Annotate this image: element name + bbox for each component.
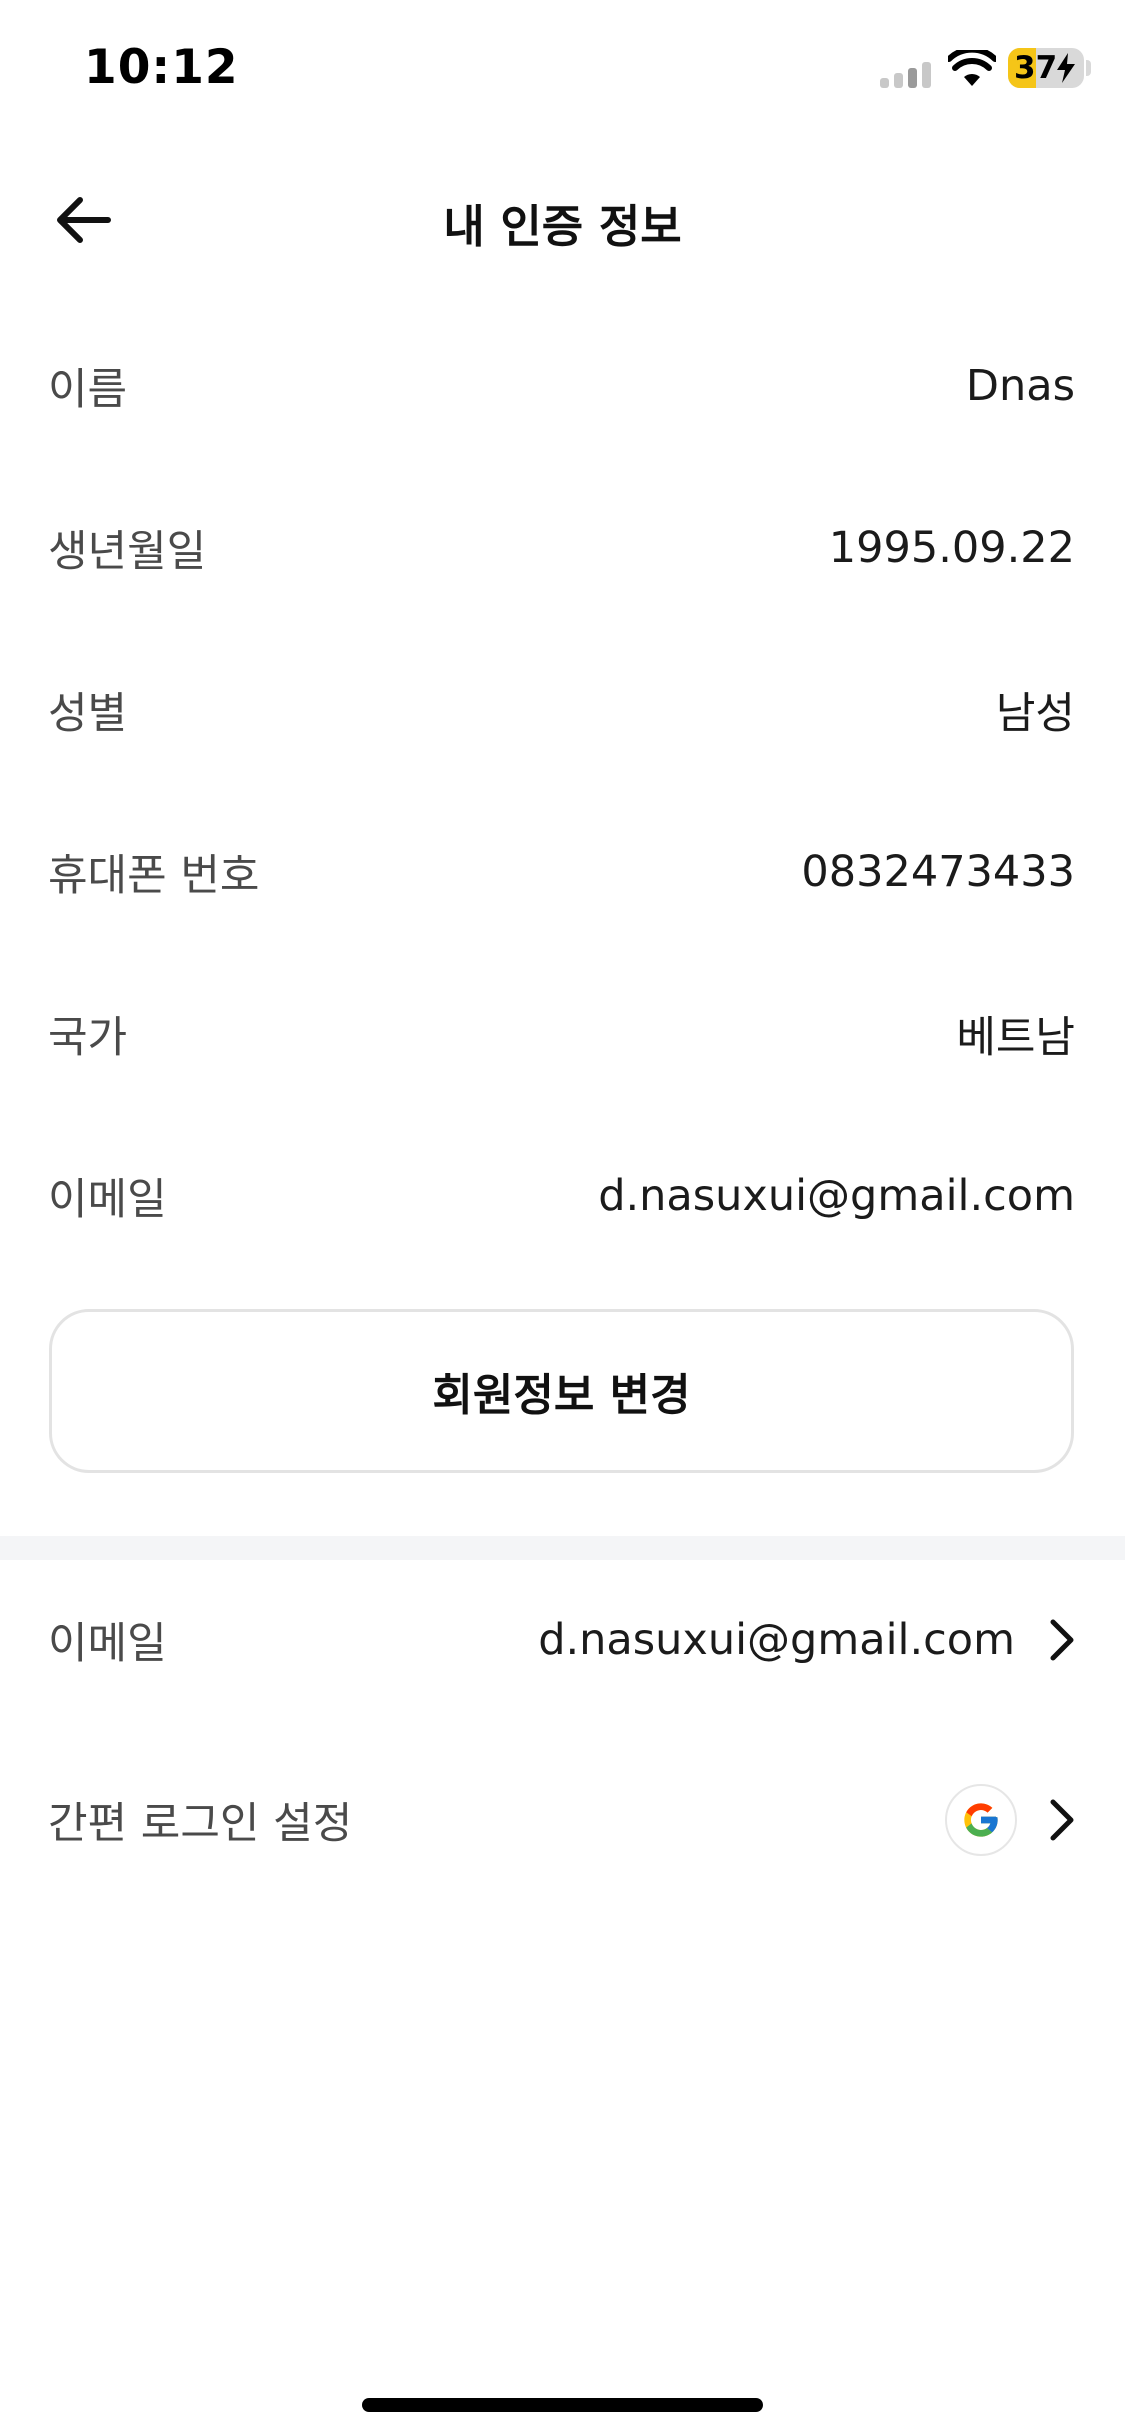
wifi-icon [948, 50, 996, 86]
simple-login-label: 간편 로그인 설정 [48, 1799, 353, 1849]
battery-cap [1086, 60, 1091, 76]
google-icon [964, 1803, 998, 1837]
info-row-name: 이름 Dnas [0, 305, 1125, 467]
info-label: 이메일 [48, 1175, 167, 1225]
account-email-label: 이메일 [48, 1619, 167, 1669]
edit-member-info-button[interactable]: 회원정보 변경 [49, 1309, 1074, 1473]
charging-bolt-icon [1057, 53, 1075, 83]
section-divider [0, 1536, 1125, 1560]
info-row-email: 이메일 d.nasuxui@gmail.com [0, 1115, 1125, 1277]
info-label: 생년월일 [48, 527, 207, 577]
info-value: 0832473433 [801, 847, 1075, 897]
status-time: 10:12 [84, 40, 239, 95]
info-row-gender: 성별 남성 [0, 629, 1125, 791]
header: 내 인증 정보 [0, 160, 1125, 280]
chevron-right-icon [1050, 1799, 1074, 1841]
info-value: 남성 [995, 689, 1075, 739]
info-value: 1995.09.22 [828, 523, 1075, 573]
info-label: 국가 [48, 1013, 128, 1063]
page-title: 내 인증 정보 [443, 200, 682, 253]
cellular-signal-icon [880, 62, 931, 88]
chevron-right-icon [1050, 1619, 1074, 1661]
info-value: Dnas [965, 361, 1075, 411]
info-value: 베트남 [956, 1013, 1075, 1063]
info-row-phone: 휴대폰 번호 0832473433 [0, 791, 1125, 953]
edit-member-info-label: 회원정보 변경 [432, 1370, 691, 1421]
info-row-country: 국가 베트남 [0, 953, 1125, 1115]
info-value: d.nasuxui@gmail.com [598, 1171, 1075, 1221]
account-email-row[interactable]: 이메일 d.nasuxui@gmail.com [0, 1560, 1125, 1720]
simple-login-settings-row[interactable]: 간편 로그인 설정 [0, 1740, 1125, 1900]
info-list: 이름 Dnas 생년월일 1995.09.22 성별 남성 휴대폰 번호 083… [0, 305, 1125, 1277]
info-row-birthdate: 생년월일 1995.09.22 [0, 467, 1125, 629]
battery-percent: 37 [1014, 50, 1058, 86]
status-bar: 10:12 37 [0, 0, 1125, 132]
google-login-badge [945, 1784, 1017, 1856]
home-indicator [362, 2398, 763, 2412]
info-label: 휴대폰 번호 [48, 851, 260, 901]
info-label: 이름 [48, 365, 128, 415]
account-email-value: d.nasuxui@gmail.com [538, 1615, 1015, 1665]
battery-charging-icon: 37 [1008, 48, 1084, 88]
info-label: 성별 [48, 689, 128, 739]
